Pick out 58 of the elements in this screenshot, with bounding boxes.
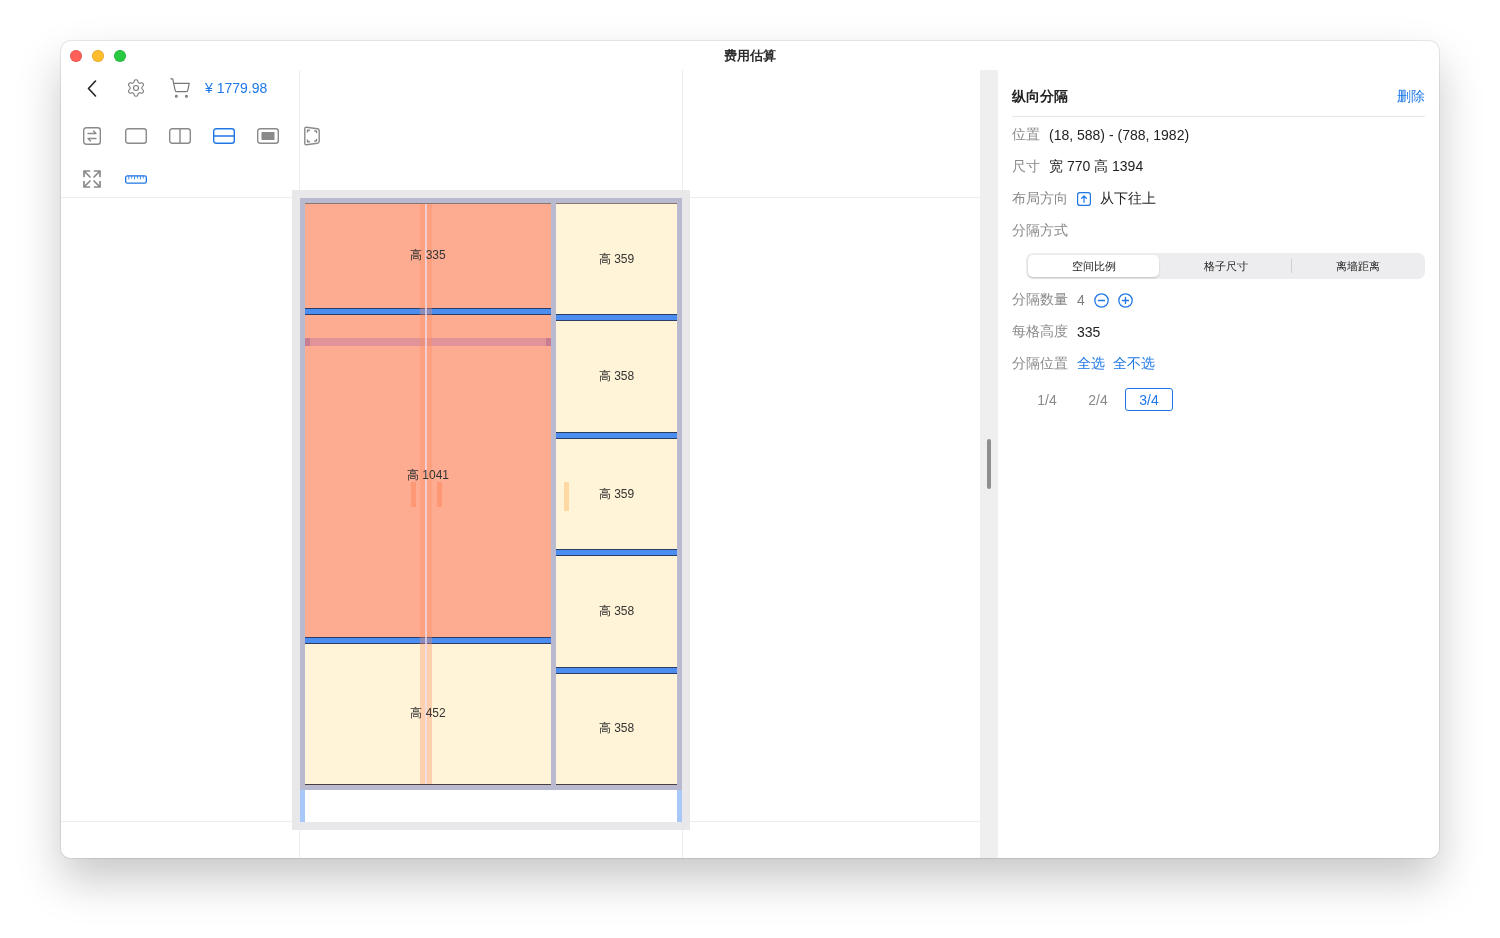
- field-label: 每格高度: [1012, 323, 1068, 341]
- section-label: 分隔方式: [1012, 222, 1068, 240]
- door-handle: [411, 482, 416, 508]
- back-icon[interactable]: [87, 79, 97, 97]
- selection-link[interactable]: 全选: [1077, 355, 1105, 373]
- cell-height-label: 高 359: [598, 485, 635, 503]
- delete-link[interactable]: 删除: [1397, 86, 1425, 106]
- field-value: 宽 770 高 1394: [1049, 158, 1144, 176]
- cabinet-cell[interactable]: 高 335: [305, 204, 551, 308]
- count-value: 4: [1077, 292, 1085, 308]
- zoom-button[interactable]: [114, 49, 126, 62]
- field-label: 分隔位置: [1012, 355, 1068, 373]
- panel-title: 纵向分隔: [1012, 87, 1068, 106]
- cell-height-label: 高 359: [598, 250, 635, 268]
- cabinet-cell[interactable]: 高 358: [556, 673, 677, 785]
- split-horizontal-icon[interactable]: [213, 128, 235, 144]
- split-vertical-icon[interactable]: [169, 128, 191, 144]
- cell-height-label: 高 452: [410, 705, 446, 723]
- cell-height-label: 高 335: [410, 247, 446, 265]
- field-label: 分隔数量: [1012, 291, 1068, 309]
- swap-arrows-icon[interactable]: [83, 127, 101, 145]
- selection-link[interactable]: 全不选: [1113, 355, 1155, 373]
- field-label: 布局方向: [1012, 190, 1068, 208]
- window-title: 费用估算: [724, 46, 776, 65]
- field-value: 335: [1077, 324, 1101, 340]
- close-button[interactable]: [70, 49, 82, 62]
- filled-rectangle-icon[interactable]: [257, 128, 279, 144]
- plus-circle-icon[interactable]: [1117, 292, 1133, 308]
- door-handle: [437, 482, 442, 508]
- cabinet-cell[interactable]: 高 358: [556, 556, 677, 667]
- door-handle: [564, 482, 569, 512]
- segment-tab[interactable]: 格子尺寸: [1160, 255, 1291, 277]
- rectangle-icon[interactable]: [125, 128, 147, 144]
- cell-height-label: 高 358: [598, 720, 635, 738]
- field-label: 尺寸: [1012, 158, 1040, 176]
- cabinet-cell[interactable]: 高 358: [556, 321, 677, 432]
- cell-height-label: 高 1041: [407, 467, 449, 485]
- cell-height-label: 高 358: [598, 368, 635, 386]
- cell-height-label: 高 358: [598, 602, 635, 620]
- cabinet-cell[interactable]: 高 1041: [305, 314, 551, 637]
- segment-tab[interactable]: 离墙距离: [1292, 255, 1423, 277]
- ruler-icon[interactable]: [125, 174, 147, 184]
- field-label: 位置: [1012, 126, 1040, 144]
- resize-handle[interactable]: [987, 439, 991, 489]
- field-value: 从下往上: [1100, 190, 1156, 208]
- segment-tab[interactable]: 空间比例: [1028, 255, 1159, 277]
- cart-icon[interactable]: [169, 77, 191, 99]
- minus-circle-icon[interactable]: [1093, 292, 1109, 308]
- minimize-button[interactable]: [92, 49, 104, 62]
- field-value: (18, 588) - (788, 1982): [1049, 127, 1190, 143]
- price-link[interactable]: ¥ 1779.98: [205, 80, 268, 96]
- expand-arrows-icon[interactable]: [82, 169, 102, 189]
- cabinet-cell[interactable]: 高 452: [305, 643, 551, 784]
- perspective-frame-icon[interactable]: [304, 126, 320, 146]
- position-chip[interactable]: 3/4: [1125, 388, 1173, 411]
- cabinet-cell[interactable]: 高 359: [556, 438, 677, 550]
- cabinet-cell[interactable]: 高 359: [556, 204, 677, 315]
- settings-icon[interactable]: [126, 78, 146, 98]
